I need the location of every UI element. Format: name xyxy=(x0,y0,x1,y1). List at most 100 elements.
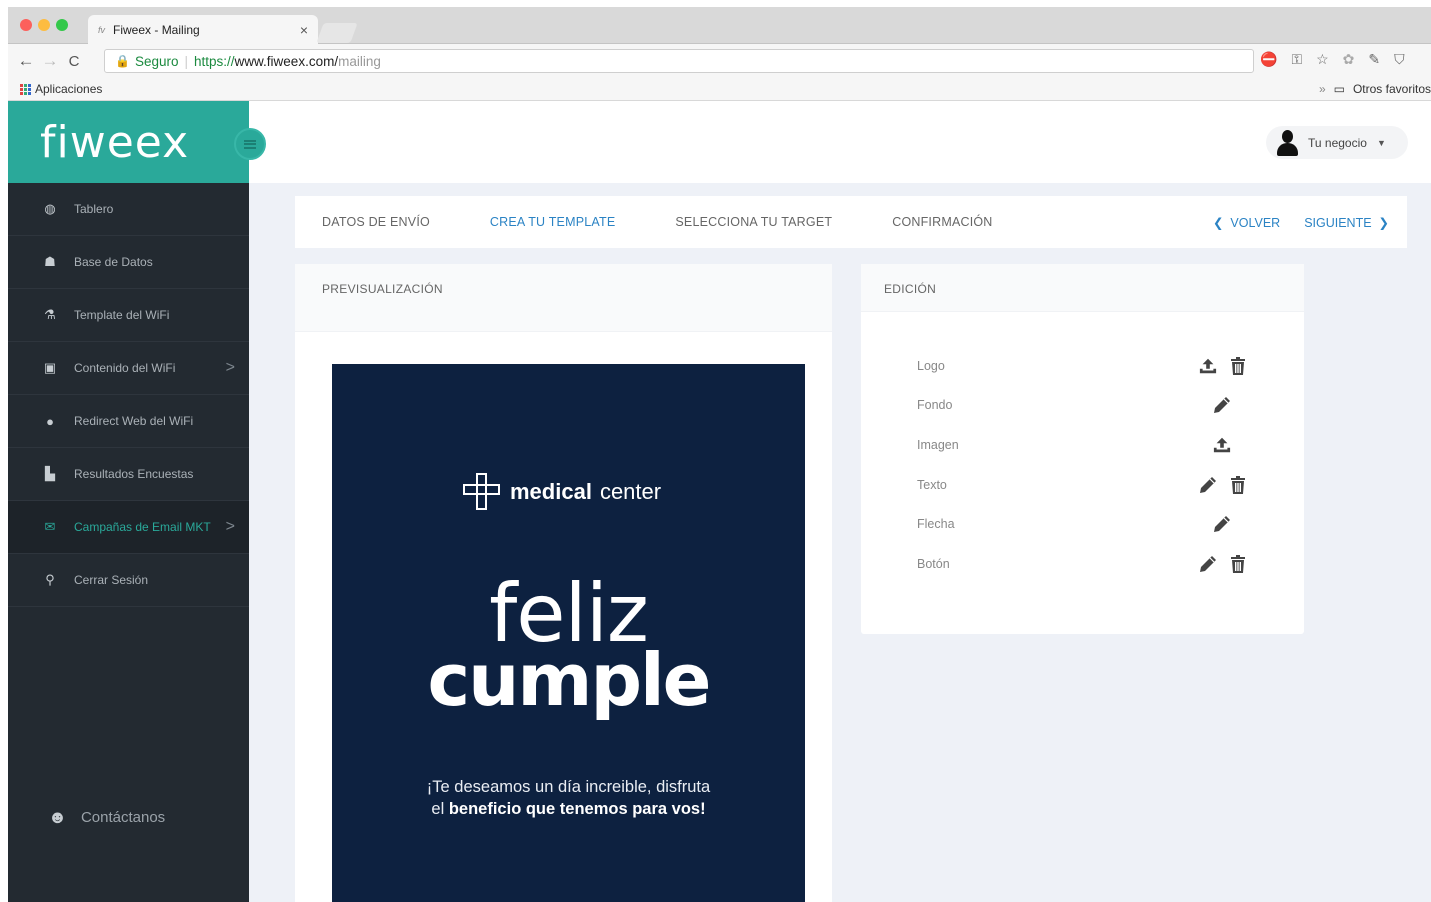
step-selecciona-target[interactable]: SELECCIONA TU TARGET xyxy=(675,215,832,229)
pencil-icon[interactable] xyxy=(1199,555,1217,573)
back-button[interactable]: ❮ VOLVER xyxy=(1213,215,1280,230)
url-input[interactable]: 🔒 Seguro | https:// www.fiweex.com/ mail… xyxy=(104,49,1254,73)
edit-row-fondo: Fondo xyxy=(917,386,1257,426)
favicon-icon: fv xyxy=(98,24,106,35)
edit-row-label: Fondo xyxy=(917,398,953,413)
message-prefix: el xyxy=(431,800,449,818)
globe-icon: ● xyxy=(46,413,54,429)
close-window-button[interactable] xyxy=(20,19,32,31)
user-avatar-icon xyxy=(1276,129,1298,156)
edit-row-label: Logo xyxy=(917,358,945,373)
forward-arrow-icon[interactable]: → xyxy=(38,51,62,71)
star-icon[interactable]: ☆ xyxy=(1316,51,1329,68)
pencil-icon[interactable] xyxy=(1199,476,1217,494)
wizard-steps: DATOS DE ENVÍO CREA TU TEMPLATE SELECCIO… xyxy=(295,196,1407,248)
url-path: mailing xyxy=(338,53,381,69)
sidebar-toggle-button[interactable] xyxy=(234,128,266,160)
top-header: Tu negocio ▼ xyxy=(249,101,1431,183)
user-menu[interactable]: Tu negocio ▼ xyxy=(1266,126,1408,159)
step-datos-envio[interactable]: DATOS DE ENVÍO xyxy=(322,215,430,229)
trash-icon[interactable] xyxy=(1229,356,1247,375)
bookmark-other[interactable]: » ▭ Otros favoritos xyxy=(1319,82,1431,96)
sidebar-item-redirect-web[interactable]: ● Redirect Web del WiFi xyxy=(8,395,249,448)
bookmark-apps[interactable]: Aplicaciones xyxy=(20,82,102,96)
sidebar-item-contenido-wifi[interactable]: ▣ Contenido del WiFi > xyxy=(8,342,249,395)
edit-row-boton: Botón xyxy=(917,544,1257,584)
maximize-window-button[interactable] xyxy=(56,19,68,31)
next-label: SIGUIENTE xyxy=(1304,215,1372,230)
sidebar-item-cerrar-sesion[interactable]: ⚲ Cerrar Sesión xyxy=(8,554,249,607)
user-name: Tu negocio xyxy=(1308,135,1367,150)
minimize-window-button[interactable] xyxy=(38,19,50,31)
message-line-2: el beneficio que tenemos para vos! xyxy=(332,798,805,820)
headline-cumple: cumple xyxy=(427,638,711,722)
sidebar-item-tablero[interactable]: ◍ Tablero xyxy=(8,183,249,236)
message-line-1: ¡Te deseamos un día increible, disfruta xyxy=(426,778,711,796)
sidebar-item-label: Base de Datos xyxy=(74,255,153,269)
trash-icon[interactable] xyxy=(1229,554,1247,573)
apps-label: Aplicaciones xyxy=(35,82,103,96)
pencil-icon[interactable] xyxy=(1213,515,1231,533)
sidebar-item-label: Campañas de Email MKT xyxy=(74,520,211,534)
key-icon[interactable]: ⚿ xyxy=(1291,51,1302,68)
sidebar-item-label: Redirect Web del WiFi xyxy=(74,414,194,428)
sidebar-item-label: Template del WiFi xyxy=(74,308,170,322)
dashboard-icon: ◍ xyxy=(44,201,56,216)
sidebar-item-label: Cerrar Sesión xyxy=(74,573,149,587)
address-bar-row: ← → C 🔒 Seguro | https:// www.fiweex.com… xyxy=(8,44,1431,78)
edit-row-label: Botón xyxy=(917,556,950,571)
back-label: VOLVER xyxy=(1230,215,1281,230)
window-controls xyxy=(20,19,68,31)
upload-icon[interactable] xyxy=(1199,357,1217,375)
tab-close-icon[interactable]: × xyxy=(300,22,308,38)
next-button[interactable]: SIGUIENTE ❯ xyxy=(1304,215,1389,230)
secure-label: Seguro xyxy=(134,53,179,69)
extension-icon[interactable]: ✿ xyxy=(1343,51,1355,68)
preview-panel: PREVISUALIZACIÓN medical center feliz cu… xyxy=(295,264,832,902)
contact-link[interactable]: ☻ Contáctanos xyxy=(48,807,165,828)
archive-icon: ▣ xyxy=(43,360,57,375)
chevron-right-icon: ❯ xyxy=(1378,215,1389,230)
sidebar-item-resultados-encuestas[interactable]: ▙ Resultados Encuestas xyxy=(8,448,249,501)
trash-icon[interactable] xyxy=(1229,475,1247,494)
pencil-icon[interactable] xyxy=(1213,396,1231,414)
main-content: DATOS DE ENVÍO CREA TU TEMPLATE SELECCIO… xyxy=(249,183,1431,902)
chevron-right-icon: > xyxy=(225,518,235,535)
sidebar-item-label: Resultados Encuestas xyxy=(74,467,194,481)
cookie-blocked-icon[interactable]: ⛔ xyxy=(1260,51,1277,68)
support-agent-icon: ☻ xyxy=(48,807,67,827)
bookmarks-overflow-icon[interactable]: » xyxy=(1319,82,1326,96)
browser-tab[interactable]: fv Fiweex - Mailing × xyxy=(88,15,318,44)
reload-icon[interactable]: C xyxy=(62,53,86,70)
pocket-icon[interactable]: ⛉ xyxy=(1394,51,1405,68)
edit-row-logo: Logo xyxy=(917,346,1257,386)
edit-row-tools xyxy=(1199,554,1247,573)
edit-row-tools xyxy=(1199,356,1247,375)
edit-row-label: Texto xyxy=(917,477,947,492)
edit-row-tools xyxy=(1213,396,1231,414)
medical-center-logo: medical center xyxy=(462,472,661,512)
upload-icon[interactable] xyxy=(1213,436,1231,454)
edit-row-label: Imagen xyxy=(917,437,959,452)
step-crea-template[interactable]: CREA TU TEMPLATE xyxy=(490,215,615,229)
sidebar-item-template-wifi[interactable]: ⚗ Template del WiFi xyxy=(8,289,249,342)
sidebar-item-campanas-email[interactable]: ✉ Campañas de Email MKT > xyxy=(8,501,249,554)
edit-rows: Logo Fondo Imagen Texto Flecha Botón xyxy=(917,346,1257,584)
lock-icon: 🔒 xyxy=(115,54,130,68)
browser-extension-icons: ⛔ ⚿ ☆ ✿ ✎ ⛉ xyxy=(1260,51,1405,68)
url-domain: www.fiweex.com/ xyxy=(234,53,339,69)
message-bold: beneficio que tenemos para vos! xyxy=(448,800,706,818)
wizard-nav: ❮ VOLVER SIGUIENTE ❯ xyxy=(1213,215,1389,230)
sidebar-menu: ◍ Tablero ☗ Base de Datos ⚗ Template del… xyxy=(8,183,249,607)
step-confirmacion[interactable]: CONFIRMACIÓN xyxy=(892,215,992,229)
back-arrow-icon[interactable]: ← xyxy=(14,51,38,71)
chart-icon: ▙ xyxy=(45,466,55,481)
eyedropper-icon[interactable]: ✎ xyxy=(1368,51,1380,68)
new-tab-button[interactable] xyxy=(316,23,358,43)
brand-bold: medical xyxy=(510,479,592,504)
url-scheme: https:// xyxy=(194,53,235,69)
preview-title: PREVISUALIZACIÓN xyxy=(295,264,832,332)
sidebar-item-base-de-datos[interactable]: ☗ Base de Datos xyxy=(8,236,249,289)
fiweex-logo[interactable]: fiweex xyxy=(40,117,189,168)
edit-row-tools xyxy=(1213,436,1231,454)
